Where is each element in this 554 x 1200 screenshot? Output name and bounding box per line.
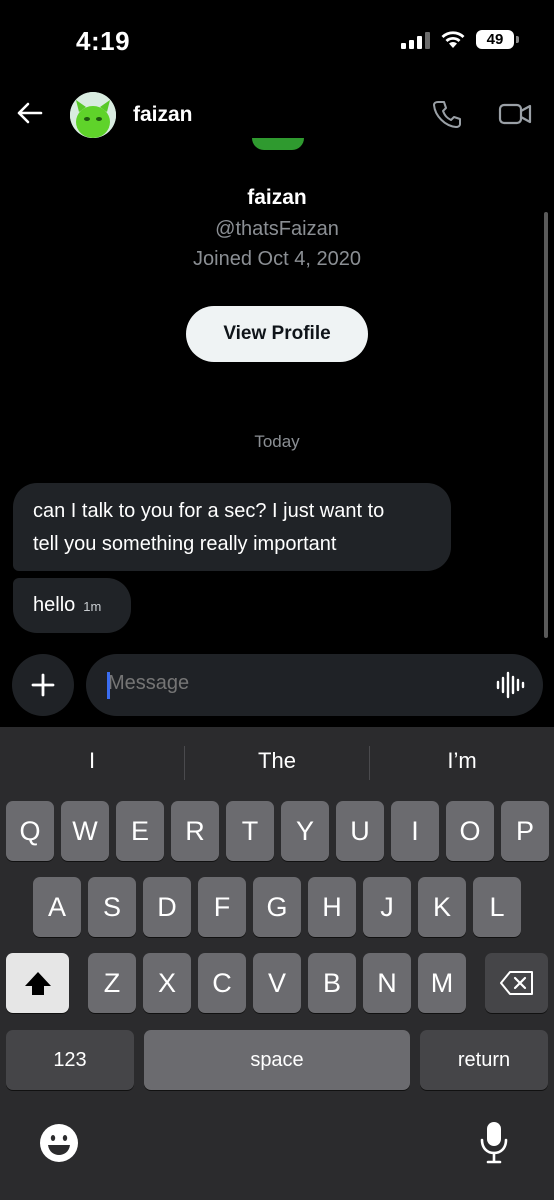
microphone-icon[interactable] (478, 1120, 510, 1166)
profile-handle: @thatsFaizan (215, 218, 339, 240)
key-o[interactable]: O (446, 801, 494, 861)
scrollbar[interactable] (544, 212, 548, 638)
conversation-title[interactable]: faizan (133, 103, 193, 127)
message-input[interactable] (108, 672, 468, 695)
key-g[interactable]: G (253, 877, 301, 937)
key-q[interactable]: Q (6, 801, 54, 861)
message-bubble[interactable]: can I talk to you for a sec? I just want… (13, 483, 451, 571)
signal-icon (401, 31, 430, 49)
key-w[interactable]: W (61, 801, 109, 861)
key-y[interactable]: Y (281, 801, 329, 861)
key-a[interactable]: A (33, 877, 81, 937)
key-m[interactable]: M (418, 953, 466, 1013)
key-d[interactable]: D (143, 877, 191, 937)
delete-key[interactable] (485, 953, 548, 1013)
key-c[interactable]: C (198, 953, 246, 1013)
key-v[interactable]: V (253, 953, 301, 1013)
suggestion[interactable]: I’m (370, 748, 554, 774)
avatar[interactable] (70, 92, 116, 138)
plus-icon (31, 673, 55, 697)
waveform-icon[interactable] (494, 668, 528, 702)
battery-icon: 49 (476, 30, 519, 49)
profile-joined-date: Joined Oct 4, 2020 (193, 248, 361, 270)
key-r[interactable]: R (171, 801, 219, 861)
key-k[interactable]: K (418, 877, 466, 937)
add-attachment-button[interactable] (12, 654, 74, 716)
key-f[interactable]: F (198, 877, 246, 937)
video-camera-icon[interactable] (498, 99, 532, 129)
message-text-line: can I talk to you for a sec? I just want… (33, 500, 385, 522)
key-n[interactable]: N (363, 953, 411, 1013)
wifi-icon (441, 31, 465, 48)
message-bubble[interactable]: hello 1m (13, 578, 131, 633)
key-u[interactable]: U (336, 801, 384, 861)
key-z[interactable]: Z (88, 953, 136, 1013)
avatar-image (70, 92, 116, 138)
view-profile-button[interactable]: View Profile (186, 306, 368, 362)
key-t[interactable]: T (226, 801, 274, 861)
message-timestamp: 1m (83, 599, 102, 614)
key-i[interactable]: I (391, 801, 439, 861)
numbers-key[interactable]: 123 (6, 1030, 134, 1090)
shift-icon (24, 972, 51, 995)
emoji-icon[interactable] (38, 1122, 80, 1164)
key-b[interactable]: B (308, 953, 356, 1013)
key-s[interactable]: S (88, 877, 136, 937)
status-icons: 49 (401, 30, 519, 49)
shift-key[interactable] (6, 953, 69, 1013)
message-text-line: tell you something really important (33, 533, 337, 555)
key-p[interactable]: P (501, 801, 549, 861)
status-time: 4:19 (76, 26, 131, 56)
key-e[interactable]: E (116, 801, 164, 861)
suggestion[interactable]: The (185, 748, 369, 774)
text-caret (107, 672, 110, 699)
key-j[interactable]: J (363, 877, 411, 937)
profile-name: faizan (247, 186, 307, 209)
suggestion[interactable]: I (0, 748, 184, 774)
profile-avatar-peek (252, 138, 304, 150)
space-key[interactable]: space (144, 1030, 410, 1090)
return-key[interactable]: return (420, 1030, 548, 1090)
key-h[interactable]: H (308, 877, 356, 937)
backspace-icon (499, 971, 533, 995)
arrow-left-icon[interactable] (14, 98, 44, 128)
key-l[interactable]: L (473, 877, 521, 937)
phone-icon[interactable] (432, 99, 462, 129)
message-text: hello (33, 594, 76, 616)
key-x[interactable]: X (143, 953, 191, 1013)
date-separator: Today (254, 432, 300, 451)
